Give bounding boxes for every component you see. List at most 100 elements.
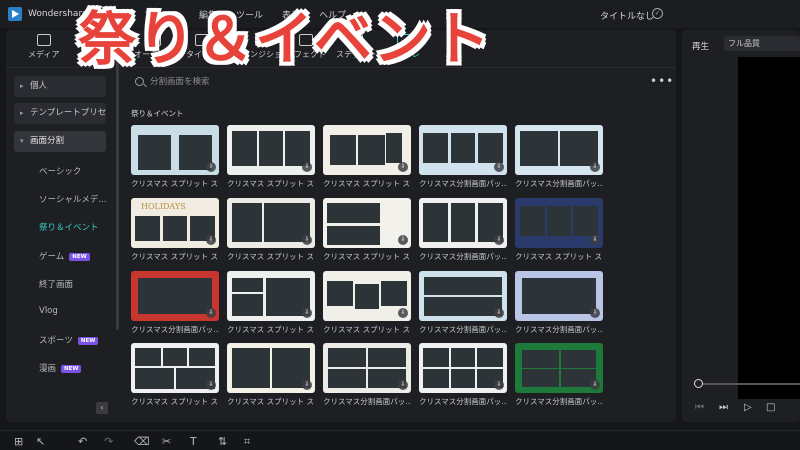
template-thumbnail[interactable]: ⇩ [227,198,315,248]
template-thumbnail[interactable]: ⇩ [131,271,219,321]
template-tile[interactable]: ⇩ クリスマス スプリット スクリ... [323,198,411,263]
template-thumbnail[interactable]: ⇩ [515,343,603,393]
template-thumbnail[interactable]: ⇩ [419,125,507,175]
download-icon[interactable]: ⇩ [398,162,408,172]
playback-track[interactable] [696,383,800,385]
template-thumbnail[interactable]: ⇩ [227,343,315,393]
text-icon[interactable]: T [190,435,197,448]
sidebar-group-template-presets[interactable]: ▸ テンプレートプリセ... [14,103,106,124]
template-tile[interactable]: ⇩ クリスマス スプリット スクリ... [227,343,315,408]
template-thumbnail[interactable]: ⇩ [515,125,603,175]
template-tile[interactable]: ⇩ クリスマス スプリット スクリ... [227,125,315,190]
template-tile[interactable]: ⇩ クリスマス分割画面パッ... [419,125,507,190]
template-thumbnail[interactable]: ⇩ [227,125,315,175]
sidebar-group-personal[interactable]: ▸ 個人 [14,76,106,97]
download-icon[interactable]: ⇩ [590,308,600,318]
download-icon[interactable]: ⇩ [590,235,600,245]
sidebar-item-end-screen[interactable]: 終了画面 [39,278,73,290]
playhead-knob[interactable] [694,379,703,388]
download-icon[interactable]: ⇩ [206,162,216,172]
step-forward-icon[interactable]: ⏭ [719,402,728,413]
template-tile[interactable]: ⇩ クリスマス スプリット スクリ... [227,198,315,263]
template-tile[interactable]: ⇩ クリスマス分割画面パッ... [131,271,219,336]
sidebar-item-sports[interactable]: スポーツ NEW [39,334,99,346]
more-options-icon[interactable]: ••• [650,74,674,88]
layout-grid-icon[interactable]: ⊞ [14,435,23,448]
chevron-down-icon: ▾ [20,137,24,145]
adjust-icon[interactable]: ⇅ [218,435,227,448]
download-icon[interactable]: ⇩ [590,162,600,172]
template-label: クリスマス分割画面パッ... [419,325,507,334]
template-tile[interactable]: ⇩ クリスマス スプリット スクリ... [323,271,411,336]
template-tile[interactable]: ⇩ クリスマス分割画面パッ... [515,125,603,190]
template-thumbnail[interactable]: ⇩ [515,271,603,321]
quality-select[interactable]: フル品質 [724,36,800,51]
stop-icon[interactable]: □ [766,402,775,413]
search-input[interactable] [150,75,630,89]
template-tile[interactable]: ⇩ クリスマス スプリット スクリ... [515,198,603,263]
sidebar-item-basic[interactable]: ベーシック [39,165,81,177]
template-tile[interactable]: ⇩ クリスマス分割画面パッ... [419,198,507,263]
template-tile[interactable]: ⇩ クリスマス スプリット スクリ... [131,125,219,190]
template-thumbnail[interactable]: ⇩ [419,343,507,393]
template-tile[interactable]: ⇩ クリスマス分割画面パッ... [515,271,603,336]
template-thumbnail[interactable]: ⇩ [227,271,315,321]
template-tile[interactable]: ⇩ クリスマス スプリット スクリ... [131,343,219,408]
template-tile[interactable]: ⇩ クリスマス分割画面パッ... [515,343,603,408]
select-cursor-icon[interactable]: ↖ [36,435,45,448]
sidebar-item-manga[interactable]: 漫画 NEW [39,362,82,374]
delete-icon[interactable]: ⌫ [134,435,150,448]
video-slot [358,135,385,165]
preview-label: 再生 [692,42,710,52]
download-icon[interactable]: ⇩ [398,380,408,390]
sidebar-item-social-media[interactable]: ソーシャルメデ... [39,193,106,205]
download-icon[interactable]: ⇩ [206,380,216,390]
template-tile[interactable]: ⇩ クリスマス スプリット スクリ... [323,125,411,190]
download-icon[interactable]: ⇩ [494,308,504,318]
check-icon[interactable]: ✓ [652,8,663,19]
template-thumbnail[interactable]: ⇩ [323,125,411,175]
template-tile[interactable]: ⇩ クリスマス分割画面パッ... [419,271,507,336]
download-icon[interactable]: ⇩ [206,235,216,245]
preview-side [682,57,738,399]
redo-icon[interactable]: ↷ [104,435,113,448]
sidebar-scrollbar[interactable] [116,50,119,330]
download-icon[interactable]: ⇩ [302,380,312,390]
sidebar-item-vlog[interactable]: Vlog [39,306,58,316]
template-thumbnail[interactable]: ⇩ [515,198,603,248]
collapse-sidebar-button[interactable]: ‹ [96,402,108,414]
crop-icon[interactable]: ⌗ [244,435,250,449]
video-slot [258,131,284,166]
template-thumbnail[interactable]: ⇩ [131,343,219,393]
template-tile[interactable]: HOLIDAYS ⇩ クリスマス スプリット スクリ... [131,198,219,263]
download-icon[interactable]: ⇩ [302,235,312,245]
template-thumbnail[interactable]: ⇩ [323,343,411,393]
download-icon[interactable]: ⇩ [494,380,504,390]
download-icon[interactable]: ⇩ [494,235,504,245]
previous-frame-icon[interactable]: ⏮ [695,402,704,413]
template-tile[interactable]: ⇩ クリスマス分割画面パッ... [419,343,507,408]
template-thumbnail[interactable]: ⇩ [419,271,507,321]
template-tile[interactable]: ⇩ クリスマス分割画面パッ... [323,343,411,408]
download-icon[interactable]: ⇩ [302,308,312,318]
download-icon[interactable]: ⇩ [206,308,216,318]
sidebar-item-festivals-events[interactable]: 祭り＆イベント [39,221,99,233]
template-thumbnail[interactable]: ⇩ [131,125,219,175]
download-icon[interactable]: ⇩ [302,162,312,172]
undo-icon[interactable]: ↶ [78,435,87,448]
video-slot [354,283,380,309]
template-thumbnail[interactable]: HOLIDAYS ⇩ [131,198,219,248]
cut-icon[interactable]: ✂ [162,435,171,448]
download-icon[interactable]: ⇩ [398,308,408,318]
video-slot [386,132,403,163]
template-tile[interactable]: ⇩ クリスマス スプリット スクリ... [227,271,315,336]
sidebar-group-split-screen[interactable]: ▾ 画面分割 [14,131,106,152]
download-icon[interactable]: ⇩ [398,235,408,245]
download-icon[interactable]: ⇩ [590,380,600,390]
template-thumbnail[interactable]: ⇩ [323,198,411,248]
download-icon[interactable]: ⇩ [494,162,504,172]
template-thumbnail[interactable]: ⇩ [419,198,507,248]
template-thumbnail[interactable]: ⇩ [323,271,411,321]
play-icon[interactable]: ▷ [744,402,752,413]
sidebar-item-game[interactable]: ゲーム NEW [39,250,90,262]
